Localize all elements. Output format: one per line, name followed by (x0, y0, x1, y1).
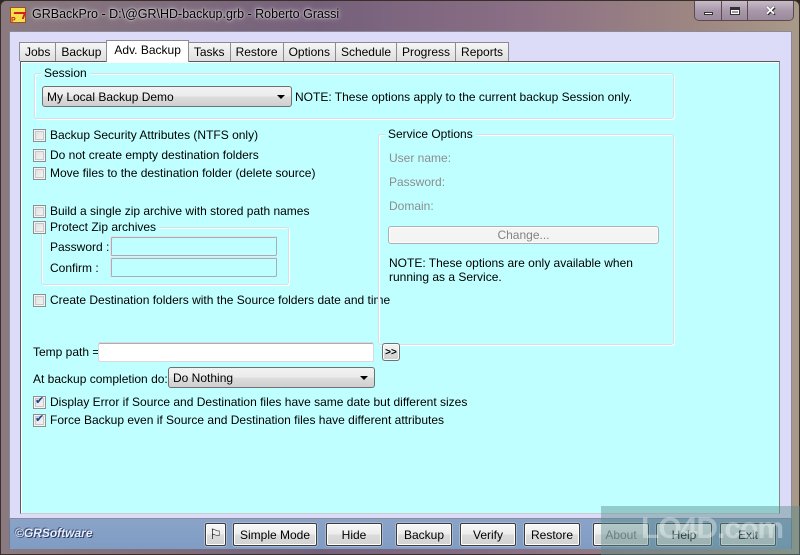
zip-confirm-input[interactable] (110, 257, 277, 277)
checkbox[interactable] (33, 220, 46, 234)
zip-confirm-label: Confirm : (50, 261, 99, 275)
option-label: Do not create empty destination folders (50, 148, 259, 162)
help-button[interactable]: Help (656, 523, 712, 546)
checkbox[interactable] (33, 166, 46, 180)
title-bar[interactable]: GRBackPro - D:\@GR\HD-backup.grb - Rober… (1, 1, 800, 29)
service-password-label: Password: (389, 175, 446, 189)
option-label: Protect Zip archives (50, 220, 157, 234)
flag-button[interactable]: ⚐ (205, 523, 226, 546)
chevron-down-icon (277, 95, 285, 99)
brand-label: ©GRSoftware (15, 526, 93, 540)
session-select[interactable]: My Local Backup Demo (42, 86, 292, 107)
tab-adv-backup[interactable]: Adv. Backup (106, 40, 189, 62)
option-create-dest-dates[interactable]: Create Destination folders with the Sour… (33, 293, 390, 307)
footer-bar: ©GRSoftware ⚐ Simple Mode Hide Backup Ve… (9, 519, 792, 549)
tab-reports[interactable]: Reports (455, 42, 510, 61)
zip-password-label: Password : (50, 240, 110, 254)
zip-password-input[interactable] (110, 236, 277, 256)
checkbox[interactable] (33, 148, 46, 162)
tab-restore[interactable]: Restore (229, 42, 284, 61)
service-username-label: User name: (389, 151, 452, 165)
tab-options[interactable]: Options (282, 42, 336, 61)
tab-progress[interactable]: Progress (396, 42, 457, 61)
about-button[interactable]: About (593, 523, 649, 546)
option-label: Backup Security Attributes (NTFS only) (50, 128, 259, 142)
checkbox[interactable] (33, 293, 46, 307)
option-no-empty-folders[interactable]: Do not create empty destination folders (33, 148, 259, 162)
app-window: GRBackPro - D:\@GR\HD-backup.grb - Rober… (0, 0, 800, 555)
tab-jobs[interactable]: Jobs (19, 42, 57, 61)
window-title: GRBackPro - D:\@GR\HD-backup.grb - Rober… (32, 7, 340, 21)
browse-temp-path-button[interactable]: >> (382, 343, 400, 361)
close-button[interactable]: ✕ (748, 1, 793, 20)
option-display-error[interactable]: Display Error if Source and Destination … (33, 394, 468, 409)
session-note: NOTE: These options apply to the current… (295, 90, 633, 104)
option-force-backup[interactable]: Force Backup even if Source and Destinat… (33, 412, 445, 427)
tab-tasks[interactable]: Tasks (187, 42, 231, 61)
service-domain-label: Domain: (389, 199, 434, 213)
flag-icon: ⚐ (209, 526, 222, 542)
session-select-value: My Local Backup Demo (47, 89, 174, 104)
tab-bar: Jobs Backup Adv. Backup Tasks Restore Op… (19, 40, 510, 62)
completion-label: At backup completion do: (33, 372, 168, 386)
change-button[interactable]: Change... (388, 226, 659, 244)
client-area: Jobs Backup Adv. Backup Tasks Restore Op… (9, 31, 792, 519)
hide-button[interactable]: Hide (326, 523, 382, 546)
minimize-icon (703, 12, 713, 15)
option-single-zip[interactable]: Build a single zip archive with stored p… (33, 204, 309, 218)
option-backup-security[interactable]: Backup Security Attributes (NTFS only) (33, 128, 258, 142)
option-label: Create Destination folders with the Sour… (50, 293, 391, 307)
option-move-files[interactable]: Move files to the destination folder (de… (33, 166, 315, 180)
minimize-button[interactable] (695, 1, 722, 20)
checkbox[interactable] (33, 128, 46, 142)
chevron-down-icon (360, 376, 368, 380)
checkbox-checked[interactable] (33, 412, 46, 427)
app-icon[interactable] (10, 7, 26, 24)
service-note: NOTE: These options are only available w… (389, 256, 633, 284)
exit-button[interactable]: Exit (720, 523, 776, 546)
completion-select[interactable]: Do Nothing (168, 367, 375, 388)
maximize-button[interactable] (722, 1, 748, 20)
checkbox[interactable] (33, 204, 46, 218)
simple-mode-button[interactable]: Simple Mode (233, 523, 317, 546)
restore-button[interactable]: Restore (524, 523, 580, 546)
service-options-label: Service Options (385, 127, 476, 141)
option-label: Build a single zip archive with stored p… (50, 204, 310, 218)
option-label: Display Error if Source and Destination … (50, 395, 468, 409)
maximize-icon (729, 6, 740, 15)
option-protect-zip[interactable]: Protect Zip archives (33, 220, 160, 234)
option-label: Force Backup even if Source and Destinat… (50, 413, 445, 427)
tab-backup[interactable]: Backup (55, 42, 108, 61)
backup-button[interactable]: Backup (396, 523, 452, 546)
adv-backup-panel: Session My Local Backup Demo NOTE: These… (20, 61, 780, 514)
tab-schedule[interactable]: Schedule (334, 42, 397, 61)
completion-select-value: Do Nothing (173, 370, 234, 385)
verify-button[interactable]: Verify (460, 523, 516, 546)
close-icon: ✕ (765, 2, 776, 18)
temp-path-input[interactable] (98, 342, 374, 362)
temp-path-label: Temp path = (33, 345, 100, 359)
session-group-label: Session (41, 66, 90, 80)
checkbox-checked[interactable] (33, 394, 46, 409)
option-label: Move files to the destination folder (de… (50, 166, 316, 180)
window-controls: ✕ (694, 1, 794, 21)
